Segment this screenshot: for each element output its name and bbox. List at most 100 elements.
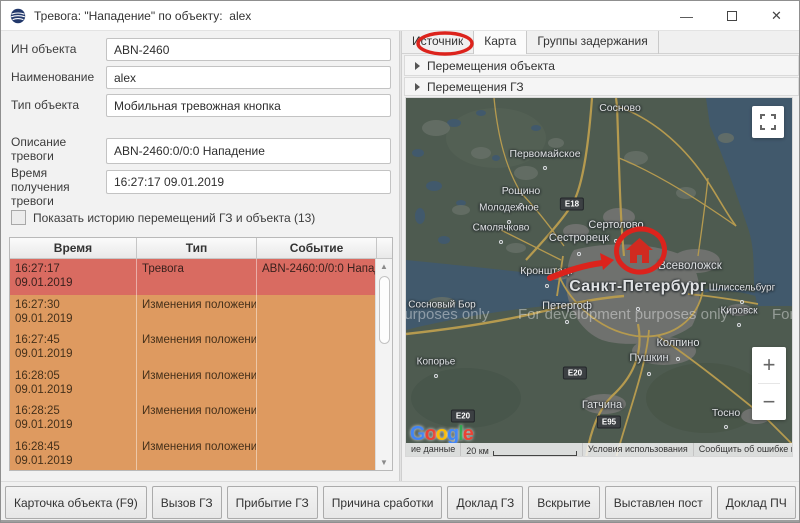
cell-type: Изменения положени... [137, 437, 257, 471]
expander-object-movements[interactable]: Перемещения объекта [404, 55, 799, 76]
map-city-label: Гатчина [582, 399, 622, 411]
cell-event [257, 401, 377, 437]
map-panel: Источник Карта Группы задержания Перемещ… [402, 31, 800, 481]
map-town-dot-icon [737, 323, 741, 327]
map-town-dot-icon [434, 374, 438, 378]
object-type-field[interactable] [106, 94, 391, 117]
map-city-label: Рощино [502, 185, 541, 197]
scroll-down-icon[interactable]: ▼ [376, 455, 392, 470]
cell-time: 16:28:0509.01.2019 [10, 366, 137, 402]
object-id-label: ИН объекта [11, 42, 106, 56]
map-city-label: Смолячково [473, 223, 530, 234]
titlebar: Тревога: "Нападение" по объекту: alex — … [1, 1, 799, 31]
scrollbar-thumb[interactable] [379, 276, 390, 344]
map-town-dot-icon [577, 252, 581, 256]
events-table: Время Тип Событие 16:27:1709.01.2019Трев… [9, 237, 393, 471]
object-name-label: Наименование [11, 70, 106, 84]
map-town-dot-icon [614, 239, 618, 243]
cell-event [257, 295, 377, 331]
map-town-dot-icon [647, 372, 651, 376]
cell-time: 16:28:4509.01.2019 [10, 437, 137, 471]
expander-gz-movements-label: Перемещения ГЗ [427, 80, 524, 94]
zoom-control: + − [752, 347, 786, 420]
scale-bar [493, 451, 577, 456]
map-attribution-bar: ие данные 20 км Условия использования Со… [406, 443, 792, 456]
column-header-event[interactable]: Событие [257, 238, 377, 258]
column-header-type[interactable]: Тип [137, 238, 257, 258]
map-town-dot-icon [676, 357, 680, 361]
alarm-description-field[interactable] [106, 138, 391, 164]
cell-type: Изменения положени... [137, 330, 257, 366]
table-scrollbar[interactable]: ▲ ▼ [375, 259, 392, 470]
map-city-label: Колпино [657, 337, 700, 349]
map-city-label: Сестрорецк [549, 232, 609, 244]
map-city-label: Первомайское [509, 148, 580, 160]
show-history-checkbox[interactable]: Показать историю перемещений ГЗ и объект… [11, 210, 315, 225]
dev-watermark-left: purposes only [405, 306, 489, 323]
app-logo-icon [10, 8, 26, 24]
tab-source[interactable]: Источник [402, 31, 474, 54]
map-scale: 20 км [460, 443, 582, 456]
table-row[interactable]: 16:28:0509.01.2019Изменения положени... [10, 366, 392, 402]
cell-time: 16:27:1709.01.2019 [10, 259, 137, 295]
chevron-right-icon [415, 62, 420, 70]
tab-detention-groups[interactable]: Группы задержания [527, 31, 658, 54]
map-labels-layer: СосновоПервомайскоеРощиноМолодежноеСмоля… [406, 98, 792, 456]
action-button[interactable]: Доклад ГЗ [447, 486, 523, 519]
report-error-link[interactable]: Сообщить об ошибке на карте [693, 443, 793, 456]
action-button[interactable]: Доклад ПЧ [717, 486, 796, 519]
road-badge: E18 [560, 198, 584, 211]
table-row[interactable]: 16:28:2509.01.2019Изменения положени... [10, 401, 392, 437]
table-row[interactable]: 16:28:4509.01.2019Изменения положени... [10, 437, 392, 471]
alarm-description-label: Описание тревоги [11, 135, 106, 163]
expander-object-movements-label: Перемещения объекта [427, 59, 555, 73]
table-row[interactable]: 16:27:1709.01.2019ТревогаABN-2460:0/0:0 … [10, 259, 392, 295]
map-town-dot-icon [499, 240, 503, 244]
map-city-label: Кронштадт [520, 265, 573, 277]
events-table-header: Время Тип Событие [10, 238, 392, 259]
road-badge: E20 [563, 367, 587, 380]
cell-type: Изменения положени... [137, 366, 257, 402]
action-button[interactable]: Вызов ГЗ [152, 486, 222, 519]
action-button[interactable]: Причина сработки [323, 486, 443, 519]
action-button[interactable]: Прибытие ГЗ [227, 486, 318, 519]
maximize-button[interactable] [709, 1, 754, 31]
map-town-dot-icon [545, 284, 549, 288]
fullscreen-button[interactable] [752, 106, 784, 138]
scale-text: 20 км [466, 446, 489, 456]
cell-time: 16:28:2509.01.2019 [10, 401, 137, 437]
cell-time: 16:27:3009.01.2019 [10, 295, 137, 331]
road-badge: E20 [451, 410, 475, 423]
close-button[interactable]: ✕ [754, 1, 799, 31]
terms-link[interactable]: Условия использования [582, 443, 693, 456]
map-town-dot-icon [543, 166, 547, 170]
map-city-label: Пушкин [629, 352, 668, 364]
events-table-body: 16:27:1709.01.2019ТревогаABN-2460:0/0:0 … [10, 259, 392, 470]
zoom-out-button[interactable]: − [752, 384, 786, 420]
map-canvas[interactable]: СосновоПервомайскоеРощиноМолодежноеСмоля… [405, 97, 793, 457]
table-row[interactable]: 16:27:4509.01.2019Изменения положени... [10, 330, 392, 366]
tab-map[interactable]: Карта [474, 31, 527, 54]
alarm-window: Тревога: "Нападение" по объекту: alex — … [0, 0, 800, 523]
map-town-dot-icon [724, 425, 728, 429]
window-title: Тревога: "Нападение" по объекту: alex [34, 9, 251, 23]
table-row[interactable]: 16:27:3009.01.2019Изменения положени... [10, 295, 392, 331]
zoom-in-button[interactable]: + [752, 347, 786, 383]
minimize-button[interactable]: — [664, 1, 709, 31]
object-info-panel: ИН объекта Наименование Тип объекта Опис… [1, 31, 399, 481]
cell-event [257, 330, 377, 366]
action-button[interactable]: Вскрытие [528, 486, 599, 519]
scroll-up-icon[interactable]: ▲ [376, 259, 392, 274]
action-button[interactable]: Выставлен пост [605, 486, 712, 519]
action-bar: Карточка объекта (F9)Вызов ГЗПрибытие ГЗ… [1, 481, 799, 523]
alarm-time-field[interactable] [106, 170, 391, 194]
expander-gz-movements[interactable]: Перемещения ГЗ [404, 77, 799, 96]
object-id-field[interactable] [106, 38, 391, 61]
object-name-field[interactable] [106, 66, 391, 89]
tabbar: Источник Карта Группы задержания [402, 31, 800, 54]
column-header-time[interactable]: Время [10, 238, 137, 258]
map-data-label: ие данные [406, 443, 460, 456]
checkbox-box-icon[interactable] [11, 210, 26, 225]
map-city-label: Копорье [417, 357, 456, 368]
action-button[interactable]: Карточка объекта (F9) [5, 486, 147, 519]
